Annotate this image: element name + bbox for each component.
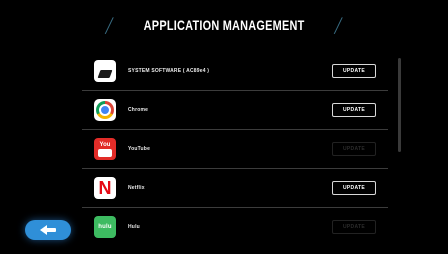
app-name: Netflix: [128, 185, 145, 191]
title-slash-left: /: [104, 13, 115, 37]
app-name: SYSTEM SOFTWARE ( AC89e4 ): [128, 68, 210, 74]
app-row-youtube: You YouTube UPDATE: [82, 130, 388, 169]
system-software-icon: [94, 60, 116, 82]
netflix-icon: N: [94, 177, 116, 199]
app-name: Chrome: [128, 107, 149, 113]
update-button-hulu[interactable]: UPDATE: [332, 220, 376, 234]
app-row-netflix: N Netflix UPDATE: [82, 169, 388, 208]
app-list: SYSTEM SOFTWARE ( AC89e4 ) UPDATE Chrome…: [82, 52, 388, 246]
youtube-icon: You: [94, 138, 116, 160]
app-row-system-software: SYSTEM SOFTWARE ( AC89e4 ) UPDATE: [82, 52, 388, 91]
page-title: APPLICATION MANAGEMENT: [143, 17, 305, 33]
back-arrow-icon: [40, 225, 56, 235]
app-row-chrome: Chrome UPDATE: [82, 91, 388, 130]
app-name: Hulu: [128, 224, 140, 230]
update-button-chrome[interactable]: UPDATE: [332, 103, 376, 117]
update-button-system-software[interactable]: UPDATE: [332, 64, 376, 78]
app-name: YouTube: [128, 146, 151, 152]
update-button-netflix[interactable]: UPDATE: [332, 181, 376, 195]
scrollbar[interactable]: [398, 58, 401, 152]
title-slash-right: /: [332, 13, 344, 37]
app-row-hulu: hulu Hulu UPDATE: [82, 208, 388, 246]
update-button-youtube[interactable]: UPDATE: [332, 142, 376, 156]
back-button[interactable]: [25, 220, 71, 240]
chrome-icon: [94, 99, 116, 121]
hulu-icon: hulu: [94, 216, 116, 238]
header: / APPLICATION MANAGEMENT /: [0, 12, 448, 38]
